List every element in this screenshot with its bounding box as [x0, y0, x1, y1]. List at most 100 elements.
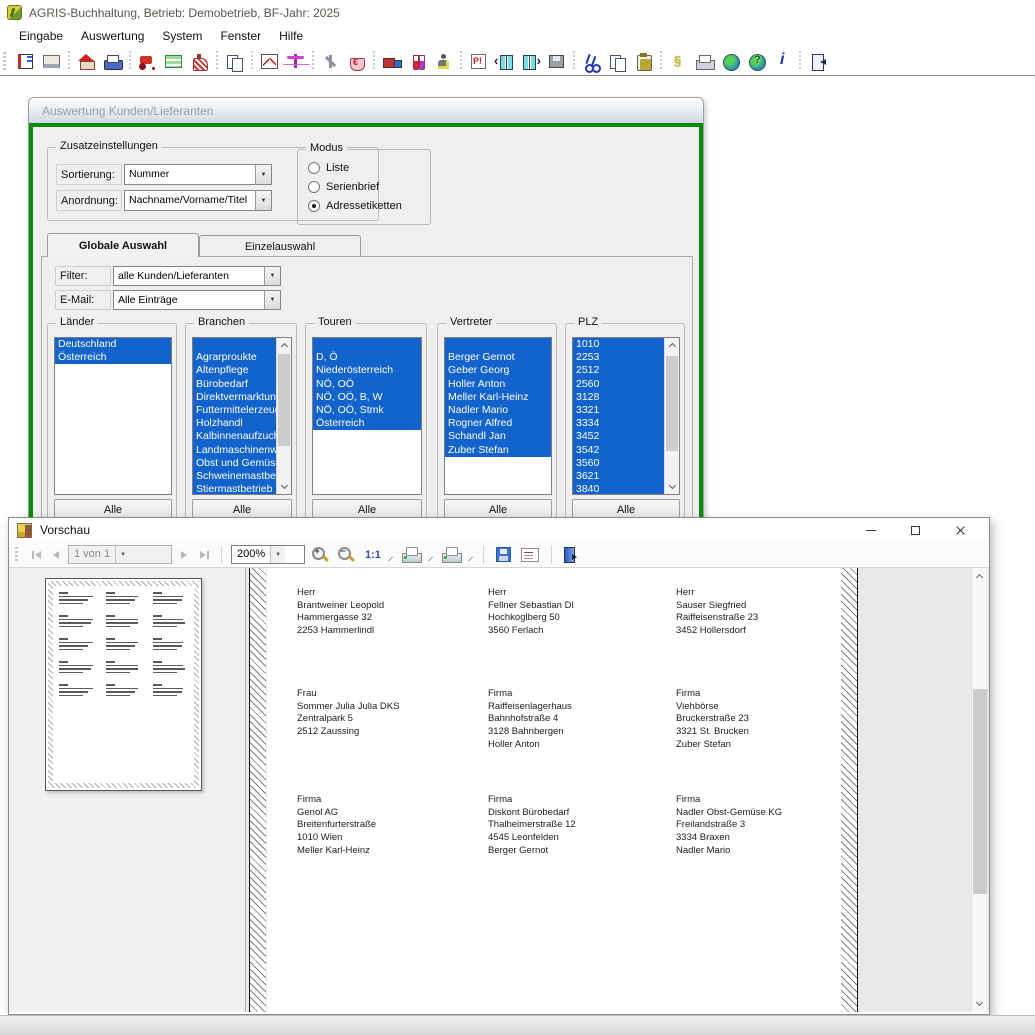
chevron-down-icon[interactable]: ▼ — [255, 165, 271, 184]
list-item[interactable] — [193, 338, 276, 351]
last-page-button[interactable] — [194, 546, 214, 564]
page-number-combo[interactable]: 1 von 1 ▼ — [68, 545, 172, 564]
chevron-down-icon[interactable]: ▼ — [264, 267, 280, 285]
list-item[interactable]: Zuber Stefan — [445, 444, 551, 457]
person-icon[interactable] — [433, 52, 454, 71]
print-button[interactable] — [401, 546, 422, 563]
list-item[interactable]: Berger Gernot — [445, 351, 551, 364]
list-item[interactable]: 3560 — [573, 457, 664, 470]
filter-combo[interactable]: alle Kunden/Lieferanten▼ — [113, 266, 281, 286]
toolbar-grip[interactable] — [3, 52, 6, 70]
listbox-vertreter[interactable]: Berger GernotGeber GeorgHoller AntonMell… — [444, 337, 552, 495]
exit-icon[interactable] — [807, 52, 828, 71]
listbox-scrollbar[interactable] — [276, 338, 291, 494]
list-item[interactable]: Schandl Jan — [445, 430, 551, 443]
info-icon[interactable] — [772, 52, 793, 71]
close-preview-button[interactable] — [564, 547, 575, 563]
table-icon[interactable] — [163, 52, 184, 71]
list-item[interactable]: Deutschland — [55, 338, 171, 351]
seed-sack-icon[interactable] — [189, 52, 210, 71]
list-item[interactable]: NÖ, OÖ — [313, 378, 421, 391]
listbox-plz[interactable]: 1010225325122560312833213334345235423560… — [572, 337, 680, 495]
list-item[interactable]: 3321 — [573, 404, 664, 417]
cut-icon[interactable] — [581, 52, 602, 71]
list-item[interactable]: Nadler Mario — [445, 404, 551, 417]
list-item[interactable]: Agrarproukte — [193, 351, 276, 364]
page-thumbnail[interactable] — [45, 578, 202, 791]
list-item[interactable]: 3542 — [573, 444, 664, 457]
list-item[interactable]: 3334 — [573, 417, 664, 430]
list-item[interactable]: Meller Karl-Heinz — [445, 391, 551, 404]
columns-left-icon[interactable] — [494, 52, 515, 71]
zoom-in-button[interactable]: + — [310, 545, 330, 564]
list-item[interactable]: 3840 — [573, 483, 664, 495]
scale-icon[interactable] — [285, 52, 306, 71]
radio-adressetiketten[interactable]: Adressetiketten — [308, 200, 402, 212]
scroll-up-icon[interactable] — [972, 568, 987, 584]
globe-icon[interactable] — [720, 52, 741, 71]
list-item[interactable]: Österreich — [55, 351, 171, 364]
list-item[interactable]: NÖ, OÖ, Stmk — [313, 404, 421, 417]
save-button[interactable] — [496, 547, 511, 562]
ledger-icon[interactable] — [41, 52, 62, 71]
chevron-down-icon[interactable]: ▼ — [264, 291, 280, 309]
list-item[interactable]: Landmaschinenwe — [193, 444, 276, 457]
prev-page-button[interactable] — [46, 546, 66, 564]
list-item[interactable]: 3621 — [573, 470, 664, 483]
chevron-down-icon[interactable]: ▼ — [255, 191, 271, 210]
radio-liste[interactable]: Liste — [308, 162, 349, 174]
truck-icon[interactable] — [381, 52, 402, 71]
fax-icon[interactable] — [694, 52, 715, 71]
listbox-scrollbar[interactable] — [664, 338, 679, 494]
list-item[interactable]: 2560 — [573, 378, 664, 391]
copy-doc-icon[interactable] — [224, 52, 245, 71]
list-item[interactable]: 2512 — [573, 364, 664, 377]
first-page-button[interactable] — [26, 546, 46, 564]
tab-einzelauswahl[interactable]: Einzelauswahl — [199, 235, 361, 257]
chevron-down-icon[interactable]: ▼ — [115, 546, 130, 563]
listbox-lnder[interactable]: DeutschlandÖsterreich — [54, 337, 172, 495]
scroll-down-icon[interactable] — [277, 480, 291, 494]
list-item[interactable]: Geber Georg — [445, 364, 551, 377]
paste-icon[interactable] — [633, 52, 654, 71]
print-icon[interactable] — [102, 52, 123, 71]
chart-icon[interactable] — [259, 52, 280, 71]
minimize-button[interactable] — [848, 518, 893, 542]
list-item[interactable]: Bürobedarf — [193, 378, 276, 391]
preview-scrollbar[interactable] — [971, 568, 987, 1012]
home-icon[interactable] — [76, 52, 97, 71]
scrollbar-thumb[interactable] — [973, 689, 987, 894]
preview-titlebar[interactable]: Vorschau — [9, 518, 989, 542]
scroll-down-icon[interactable] — [972, 996, 987, 1012]
list-item[interactable] — [445, 338, 551, 351]
list-item[interactable]: Schweinemastbetr — [193, 470, 276, 483]
scroll-down-icon[interactable] — [665, 480, 679, 494]
globe-help-icon[interactable] — [746, 52, 767, 71]
journal-icon[interactable] — [15, 52, 36, 71]
scroll-up-icon[interactable] — [665, 338, 679, 352]
list-item[interactable]: 2253 — [573, 351, 664, 364]
email-button[interactable] — [521, 548, 539, 562]
scrollbar-thumb[interactable] — [666, 356, 678, 451]
scrollbar-thumb[interactable] — [278, 354, 290, 446]
sortierung-combo[interactable]: Nummer▼ — [124, 164, 272, 185]
menu-item-hilfe[interactable]: Hilfe — [270, 26, 312, 46]
list-item[interactable]: Futtermittelerzeugu — [193, 404, 276, 417]
list-item[interactable]: NÖ, OÖ, B, W — [313, 391, 421, 404]
help-bolt-icon[interactable] — [668, 52, 689, 71]
zoom-out-button[interactable]: − — [336, 545, 356, 564]
columns-right-icon[interactable] — [520, 52, 541, 71]
menu-item-eingabe[interactable]: Eingabe — [10, 26, 72, 46]
listbox-touren[interactable]: D, ÖNiederösterreichNÖ, OÖNÖ, OÖ, B, WNÖ… — [312, 337, 422, 495]
tractor-icon[interactable] — [137, 52, 158, 71]
list-item[interactable]: Holzhandl — [193, 417, 276, 430]
zoom-combo[interactable]: 200% ▼ — [231, 545, 305, 564]
menu-item-auswertung[interactable]: Auswertung — [72, 26, 153, 46]
list-item[interactable]: Österreich — [313, 417, 421, 430]
menu-item-system[interactable]: System — [153, 26, 211, 46]
chevron-down-icon[interactable]: ▼ — [270, 546, 285, 563]
burst-icon[interactable] — [320, 52, 341, 71]
menu-item-fenster[interactable]: Fenster — [211, 26, 270, 46]
radio-serienbrief[interactable]: Serienbrief — [308, 181, 379, 193]
email-combo[interactable]: Alle Einträge▼ — [113, 290, 281, 310]
